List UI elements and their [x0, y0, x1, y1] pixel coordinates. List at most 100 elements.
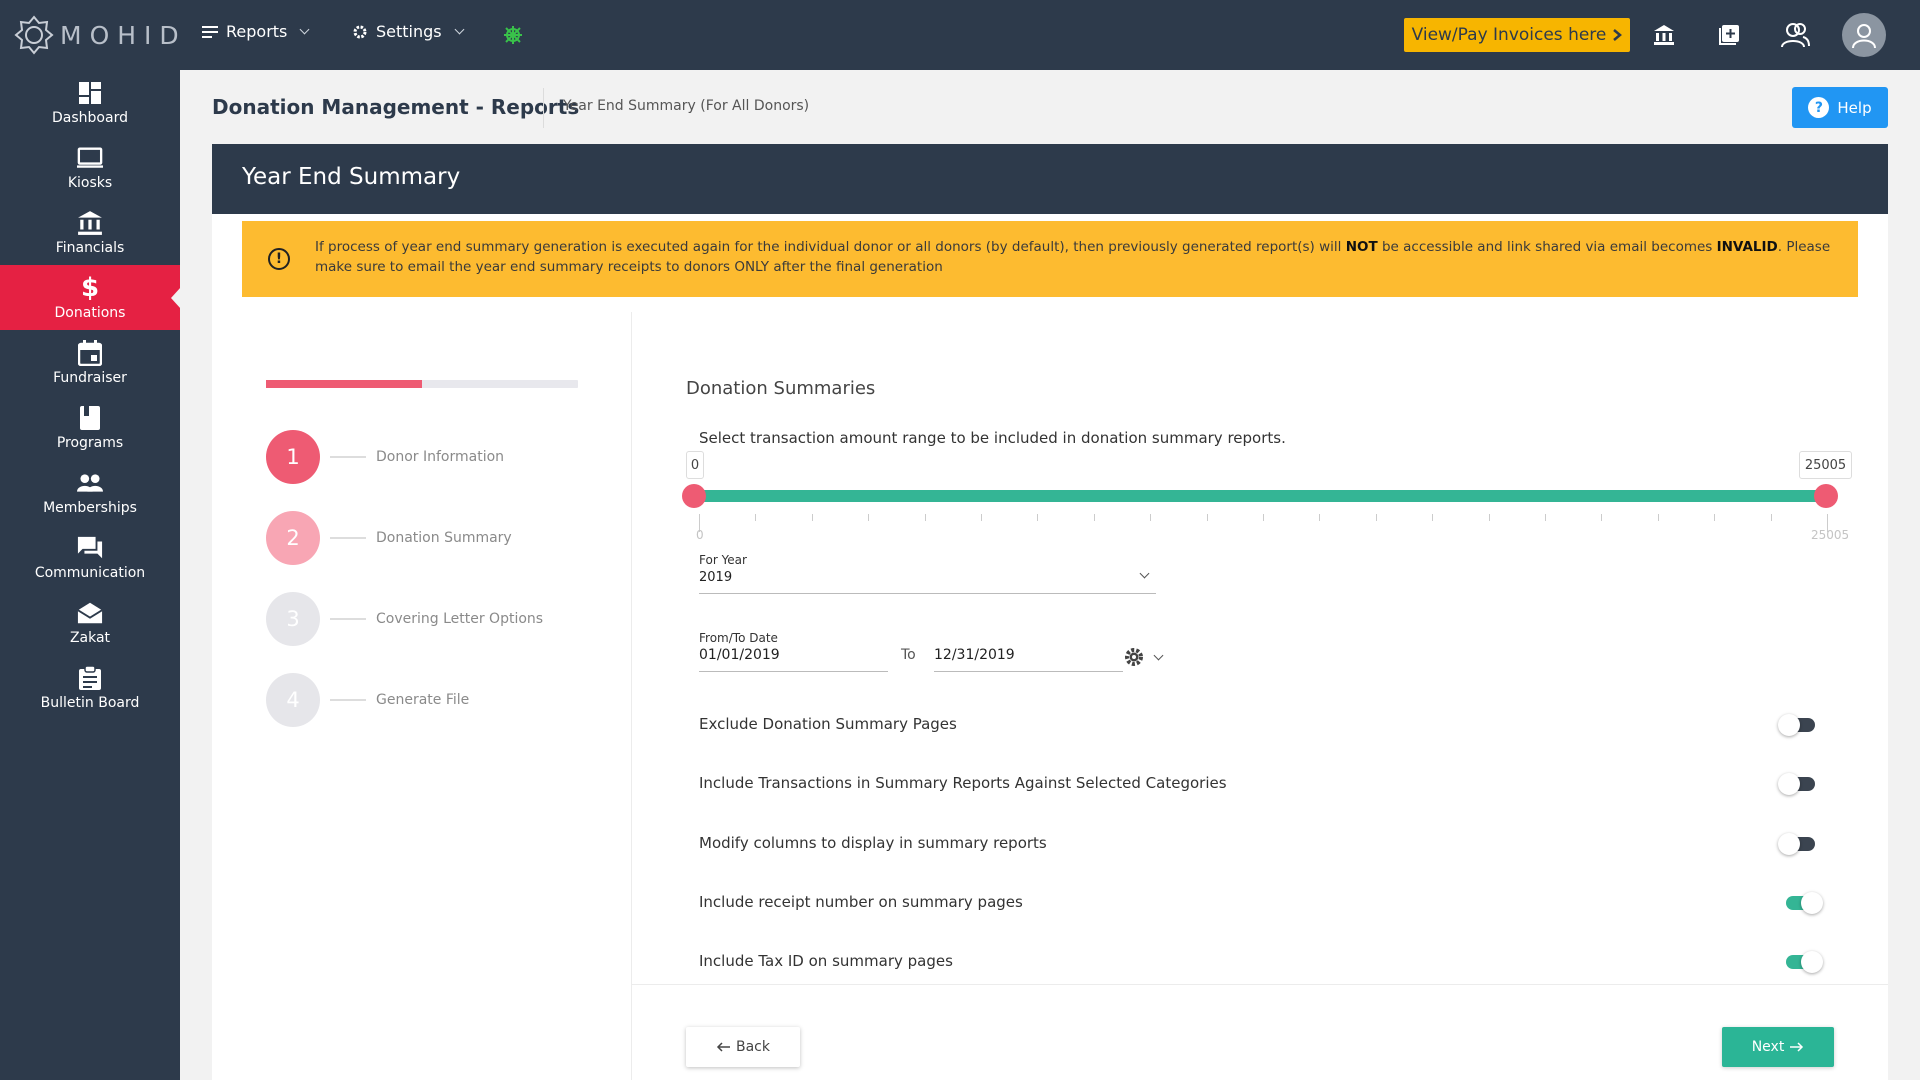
slider-tick	[1150, 514, 1151, 521]
arrow-right-icon	[1790, 1042, 1804, 1052]
kiosk-icon	[77, 145, 103, 171]
sidebar-item-label: Communication	[34, 564, 146, 581]
back-button[interactable]: Back	[686, 1027, 800, 1067]
arrow-left-icon	[716, 1042, 730, 1052]
sidebar-item-label: Memberships	[43, 499, 137, 516]
slider-tick	[1037, 514, 1038, 521]
card-title: Year End Summary	[212, 144, 1888, 214]
next-button[interactable]: Next	[1722, 1027, 1834, 1067]
range-min-input[interactable]: 0	[686, 451, 704, 479]
sidebar-item-programs[interactable]: Programs	[0, 395, 180, 460]
warning-icon: !	[268, 248, 290, 270]
book-icon	[77, 405, 103, 431]
dollar-icon: $	[80, 272, 100, 303]
chat-icon	[77, 535, 103, 561]
step-donation-summary[interactable]: 2 Donation Summary	[266, 511, 566, 565]
gear-icon	[353, 25, 367, 38]
slider-tick	[1545, 514, 1546, 521]
help-button[interactable]: ? Help	[1792, 87, 1888, 128]
content-divider	[632, 984, 1888, 985]
alert-bold-not: NOT	[1345, 239, 1378, 255]
step-connector	[330, 456, 366, 458]
tick-label-max: 25005	[1811, 528, 1850, 542]
year-select[interactable]: 2019	[699, 564, 1156, 594]
slider-tick	[1319, 514, 1320, 521]
bank-icon[interactable]	[1647, 18, 1681, 52]
sidebar-item-dashboard[interactable]: Dashboard	[0, 70, 180, 135]
year-end-summary-card: Year End Summary ! If process of year en…	[212, 144, 1888, 1080]
step-donor-information[interactable]: 1 Donor Information	[266, 430, 566, 484]
slider-tick	[1771, 514, 1772, 521]
breadcrumb: Year End Summary (For All Donors)	[563, 98, 810, 114]
bug-icon[interactable]	[496, 18, 530, 52]
step-covering-letter-options[interactable]: 3 Covering Letter Options	[266, 592, 566, 646]
app-logo[interactable]: MOHID	[14, 14, 187, 56]
add-box-icon[interactable]	[1712, 18, 1746, 52]
people-icon	[77, 470, 103, 496]
dashboard-icon	[77, 80, 103, 106]
sidebar-item-memberships[interactable]: Memberships	[0, 460, 180, 525]
include-selected-categories-toggle[interactable]	[1778, 773, 1815, 795]
sidebar-item-financials[interactable]: Financials	[0, 200, 180, 265]
logo-text: MOHID	[60, 20, 187, 50]
settings-label: Settings	[376, 22, 442, 41]
sidebar-item-kiosks[interactable]: Kiosks	[0, 135, 180, 200]
exclude-summary-pages-toggle[interactable]	[1778, 714, 1815, 736]
settings-menu[interactable]: Settings	[352, 22, 465, 41]
include-tax-id-toggle[interactable]	[1786, 951, 1823, 973]
range-slider-min-handle[interactable]	[682, 484, 706, 508]
toggle-knob	[1778, 833, 1800, 855]
alert-bold-invalid: INVALID	[1716, 239, 1778, 255]
chevron-down-icon	[1139, 568, 1150, 579]
sidebar-item-bulletin-board[interactable]: Bulletin Board	[0, 655, 180, 720]
year-value: 2019	[699, 570, 733, 585]
wizard-progress-bar	[266, 380, 578, 388]
sidebar-item-fundraiser[interactable]: Fundraiser	[0, 330, 180, 395]
active-indicator	[171, 287, 181, 309]
view-pay-invoices-button[interactable]: View/Pay Invoices here	[1404, 18, 1630, 52]
modify-columns-toggle[interactable]	[1778, 833, 1815, 855]
section-title: Donation Summaries	[686, 378, 876, 399]
step-label: Covering Letter Options	[376, 611, 544, 627]
range-prompt: Select transaction amount range to be in…	[699, 429, 1286, 447]
toggle-label: Include receipt number on summary pages	[699, 893, 1023, 911]
user-icon	[1852, 24, 1876, 49]
step-number: 3	[266, 592, 320, 646]
users-icon[interactable]	[1778, 18, 1812, 52]
sidebar-item-zakat[interactable]: Zakat	[0, 590, 180, 655]
slider-tick	[1489, 514, 1490, 521]
slider-tick	[1601, 514, 1602, 521]
toggle-label: Include Transactions in Summary Reports …	[699, 774, 1227, 792]
step-number: 2	[266, 511, 320, 565]
next-label: Next	[1751, 1039, 1785, 1055]
slider-tick	[812, 514, 813, 521]
envelope-icon	[77, 600, 103, 626]
range-slider-max-handle[interactable]	[1814, 484, 1838, 508]
include-receipt-number-toggle[interactable]	[1786, 892, 1823, 914]
slider-tick	[1376, 514, 1377, 521]
reports-menu[interactable]: Reports	[202, 22, 310, 41]
calendar-icon	[77, 339, 103, 366]
step-label: Donation Summary	[376, 530, 512, 546]
slider-tick	[1432, 514, 1433, 521]
step-label: Generate File	[376, 692, 470, 708]
slider-tick	[1094, 514, 1095, 521]
date-options-menu[interactable]	[1123, 646, 1164, 668]
step-number: 1	[266, 430, 320, 484]
sidebar-item-label: Zakat	[69, 629, 111, 646]
sidebar-item-donations[interactable]: $ Donations	[0, 265, 181, 330]
user-avatar[interactable]	[1842, 13, 1886, 57]
from-date-input[interactable]: 01/01/2019	[699, 644, 888, 672]
sidebar-item-label: Fundraiser	[53, 369, 127, 386]
step-generate-file[interactable]: 4 Generate File	[266, 673, 566, 727]
sidebar-item-communication[interactable]: Communication	[0, 525, 180, 590]
toggle-label: Modify columns to display in summary rep…	[699, 834, 1047, 852]
alert-text-2: be accessible and link shared via email …	[1377, 239, 1717, 255]
sidebar-item-label: Kiosks	[67, 174, 113, 191]
range-max-input[interactable]: 25005	[1799, 451, 1852, 479]
slider-tick	[925, 514, 926, 521]
bank-icon	[77, 210, 103, 236]
to-date-input[interactable]: 12/31/2019	[934, 644, 1123, 672]
toggle-knob	[1801, 951, 1823, 973]
amount-range-slider[interactable]	[694, 490, 1826, 502]
